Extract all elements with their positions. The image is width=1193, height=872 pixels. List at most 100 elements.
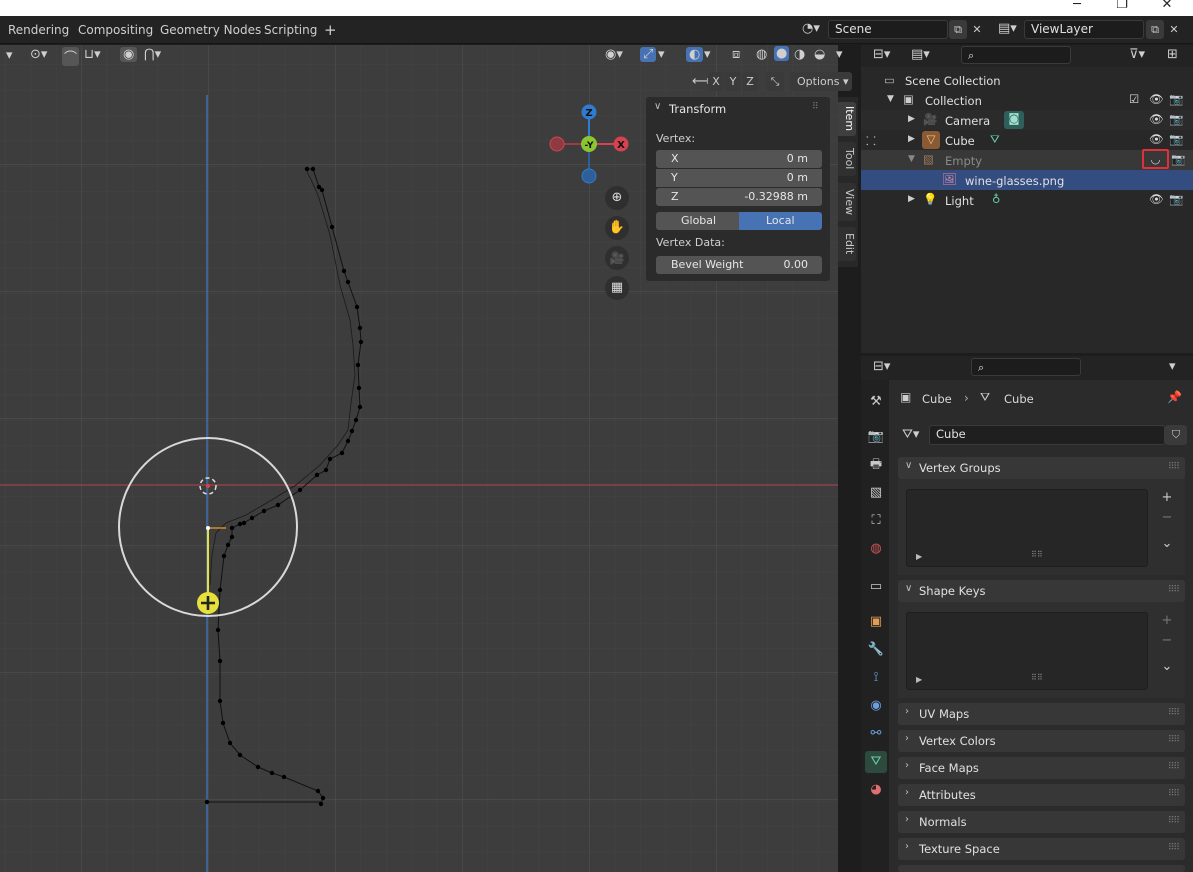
global-button[interactable]: Global: [656, 212, 739, 230]
mirror-x-button[interactable]: X: [708, 72, 724, 91]
transform-title[interactable]: Transform: [669, 102, 726, 116]
vertex-groups-list[interactable]: ▶ ⠿⠿: [906, 489, 1148, 567]
copy-scene-icon[interactable]: ⧉: [949, 20, 967, 39]
drag-grip-icon[interactable]: ⠿⠿: [1168, 708, 1180, 718]
pan-hand-icon[interactable]: ✋: [605, 216, 629, 240]
drag-grip-icon[interactable]: ⠿⠿: [1168, 585, 1180, 595]
expand-chevron-icon[interactable]: ▼: [908, 154, 915, 164]
constraints-tab-icon[interactable]: ⚯: [865, 723, 887, 745]
camera-data-icon[interactable]: ◙: [1004, 111, 1024, 129]
attributes-panel-header[interactable]: › Attributes ⠿⠿: [898, 784, 1185, 806]
checkbox-icon[interactable]: ☑: [1129, 92, 1139, 106]
view-layer-field[interactable]: ViewLayer: [1024, 20, 1144, 39]
bevel-weight-field[interactable]: Bevel Weight 0.00: [656, 256, 822, 274]
face-maps-panel-header[interactable]: › Face Maps ⠿⠿: [898, 757, 1185, 779]
chevron-down-icon[interactable]: ▾: [6, 48, 13, 63]
expand-chevron-icon[interactable]: ▶: [908, 114, 915, 124]
chevron-down-icon[interactable]: ▾: [1169, 359, 1176, 374]
tab-scripting[interactable]: Scripting: [264, 23, 317, 37]
remove-view-layer-icon[interactable]: ✕: [1166, 20, 1182, 39]
drag-grip-icon[interactable]: ⠿⠿: [1168, 816, 1180, 826]
copy-view-layer-icon[interactable]: ⧉: [1146, 20, 1164, 39]
remove-shape-key-button[interactable]: −: [1158, 632, 1176, 650]
texture-space-panel-header[interactable]: › Texture Space ⠿⠿: [898, 838, 1185, 860]
drag-grip-icon[interactable]: ⠿⠿: [1168, 462, 1180, 472]
drag-grip-icon[interactable]: ⠿⠿: [1168, 789, 1180, 799]
eye-icon[interactable]: 👁: [1149, 192, 1164, 206]
drag-grip-icon[interactable]: ⠿⠿: [1168, 843, 1180, 853]
render-tab-icon[interactable]: 📷: [865, 426, 887, 448]
drag-grip-icon[interactable]: ⠿⠿: [1168, 735, 1180, 745]
camera-render-icon[interactable]: 📷: [1169, 132, 1183, 146]
outliner-row-image[interactable]: 🖼 wine-glasses.png: [861, 170, 1193, 190]
collection-tab-icon[interactable]: ▭: [865, 576, 887, 598]
solid-shading-icon[interactable]: ●: [774, 46, 790, 61]
view-layer-tab-icon[interactable]: ▧: [865, 482, 887, 504]
normals-panel-header[interactable]: › Normals ⠿⠿: [898, 811, 1185, 833]
visibility-icon[interactable]: ◉▾: [605, 47, 623, 62]
remove-vertex-group-button[interactable]: −: [1158, 509, 1176, 527]
vertex-x-field[interactable]: X 0 m: [656, 150, 822, 168]
tab-geometry-nodes[interactable]: Geometry Nodes: [160, 23, 261, 37]
pivot-icon[interactable]: ⊙▾: [30, 47, 47, 62]
camera-render-icon[interactable]: 📷: [1171, 152, 1185, 166]
scene-name-field[interactable]: Scene: [828, 20, 948, 39]
xray-icon[interactable]: ⧈: [732, 47, 740, 62]
tool-tab-icon[interactable]: ⚒: [865, 391, 887, 413]
expand-chevron-icon[interactable]: ▼: [887, 94, 894, 104]
minimize-icon[interactable]: ─: [1067, 0, 1087, 12]
shape-keys-list[interactable]: ▶ ⠿⠿: [906, 612, 1148, 690]
falloff-icon[interactable]: ⋂▾: [144, 47, 161, 62]
tab-view[interactable]: View: [838, 183, 856, 221]
grid-toggle-icon[interactable]: ▦: [605, 276, 629, 300]
overlay-toggle-icon[interactable]: ◐: [686, 47, 704, 62]
display-mode-icon[interactable]: ▤▾: [911, 47, 930, 62]
add-workspace-button[interactable]: +: [324, 21, 337, 39]
camera-render-icon[interactable]: 📷: [1169, 112, 1183, 126]
navigation-gizmo[interactable]: Z X -Y: [545, 100, 635, 190]
wireframe-shading-icon[interactable]: ◍: [756, 47, 767, 62]
drag-grip-icon[interactable]: ⠿: [812, 102, 819, 112]
mirror-y-button[interactable]: Y: [725, 72, 741, 91]
world-tab-icon[interactable]: ◍: [865, 538, 887, 560]
shape-key-specials-button[interactable]: ⌄: [1158, 658, 1176, 676]
filter-icon[interactable]: ⊽▾: [1129, 47, 1145, 62]
outliner-search-input[interactable]: ⌕: [961, 46, 1071, 64]
zoom-icon[interactable]: ⊕: [605, 186, 629, 210]
eye-icon[interactable]: 👁: [1149, 132, 1164, 146]
light-data-icon[interactable]: ♁: [992, 192, 1000, 206]
rendered-shading-icon[interactable]: ◒: [814, 47, 825, 62]
tab-tool[interactable]: Tool: [838, 142, 856, 176]
tab-rendering[interactable]: Rendering: [8, 23, 69, 37]
eye-icon[interactable]: 👁: [1149, 92, 1164, 106]
material-shading-icon[interactable]: ◑: [794, 47, 805, 62]
shape-keys-panel-header[interactable]: ∨ Shape Keys ⠿⠿: [898, 580, 1185, 602]
resize-grip-icon[interactable]: ⠿⠿: [1031, 550, 1043, 559]
eye-icon[interactable]: 👁: [1149, 112, 1164, 126]
add-vertex-group-button[interactable]: +: [1158, 489, 1176, 507]
gizmo-toggle-icon[interactable]: ⤢: [640, 47, 657, 62]
view-layer-icon[interactable]: ▤▾: [998, 21, 1017, 36]
tab-compositing[interactable]: Compositing: [78, 23, 153, 37]
mirror-z-button[interactable]: Z: [742, 72, 758, 91]
vertex-colors-panel-header[interactable]: › Vertex Colors ⠿⠿: [898, 730, 1185, 752]
outliner-row-empty[interactable]: ▼ ▧ Empty ◡ 📷: [861, 149, 1193, 170]
outliner-row-cube[interactable]: ▶ ▽ Cube ⛛ 👁 📷: [861, 130, 1193, 150]
collapse-chevron-icon[interactable]: ∨: [654, 101, 661, 112]
snap-icon[interactable]: ⌒: [62, 47, 80, 66]
vertex-group-specials-button[interactable]: ⌄: [1158, 535, 1176, 553]
chevron-down-icon[interactable]: ▾: [658, 47, 665, 62]
camera-render-icon[interactable]: 📷: [1169, 92, 1183, 106]
editor-type-icon[interactable]: ⊟▾: [873, 47, 890, 62]
editor-type-icon[interactable]: ⊟▾: [873, 359, 890, 374]
chevron-down-icon[interactable]: ▾: [704, 47, 711, 62]
mesh-browse-icon[interactable]: ⛛▾: [902, 427, 919, 442]
output-tab-icon[interactable]: 🖶: [865, 454, 887, 476]
scene-icon[interactable]: ◔▾: [802, 21, 820, 36]
topology-mirror-icon[interactable]: ⤡: [766, 72, 784, 91]
modifier-wrench-icon[interactable]: 🔧: [865, 639, 887, 661]
mesh-name-field[interactable]: Cube: [929, 425, 1165, 445]
add-shape-key-button[interactable]: +: [1158, 612, 1176, 630]
pin-icon[interactable]: 📌: [1167, 390, 1182, 404]
new-collection-icon[interactable]: ⊞: [1167, 47, 1178, 62]
